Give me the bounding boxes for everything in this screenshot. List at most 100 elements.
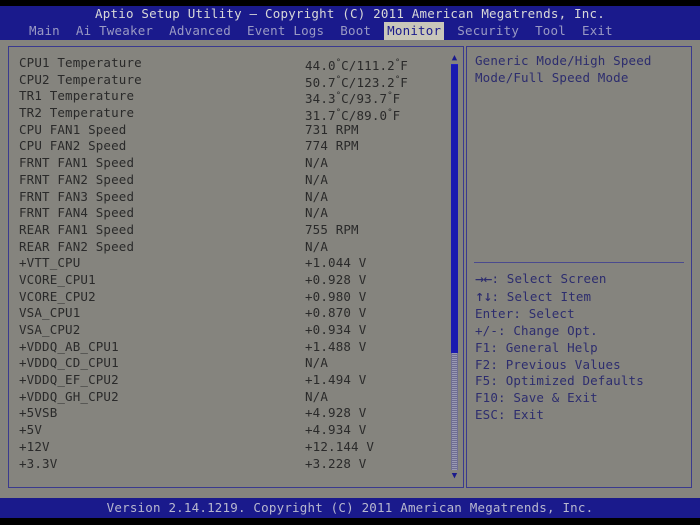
tab-main[interactable]: Main [26,22,63,40]
help-description: Generic Mode/High SpeedMode/Full Speed M… [475,53,685,86]
monitor-row-value: +3.228 V [305,456,366,473]
monitor-row-label: VCORE_CPU2 [19,289,96,306]
monitor-row-label: +VDDQ_GH_CPU2 [19,389,119,406]
monitor-row-value: +1.488 V [305,339,366,356]
monitor-row[interactable]: +VTT_CPU +1.044 V [19,255,443,272]
menu-bar[interactable]: Main Ai Tweaker Advanced Event Logs Boot Moni… [0,22,700,40]
monitor-row[interactable]: +5V +4.934 V [19,422,443,439]
monitor-row[interactable]: CPU FAN1 Speed 731 RPM [19,122,443,139]
degree-symbol: ° [336,75,341,85]
key-legend-item: F10: Save & Exit [475,390,685,407]
tab-security[interactable]: Security [454,22,522,40]
monitor-row[interactable]: VCORE_CPU2 +0.980 V [19,289,443,306]
monitor-row-value: +0.980 V [305,289,366,306]
monitor-row-value: +4.934 V [305,422,366,439]
key-legend-item: ↑↓: Select Item [475,289,685,307]
monitor-row-value: N/A [305,172,328,189]
bios-setup-screen: Aptio Setup Utility – Copyright (C) 2011… [0,0,700,525]
monitor-row-label: +VDDQ_CD_CPU1 [19,355,119,372]
monitor-row[interactable]: +VDDQ_CD_CPU1N/A [19,355,443,372]
monitor-row-value: +4.928 V [305,405,366,422]
key-legend-item: →←: Select Screen [475,271,685,289]
monitor-row[interactable]: VSA_CPU2 +0.934 V [19,322,443,339]
title-bar: Aptio Setup Utility – Copyright (C) 2011… [0,6,700,22]
key-legend-item: F5: Optimized Defaults [475,373,685,390]
degree-symbol: ° [395,75,400,85]
key-legend-label: : Select Screen [491,271,606,286]
monitor-row[interactable]: +12V+12.144 V [19,439,443,456]
tab-exit[interactable]: Exit [579,22,616,40]
monitor-row[interactable]: +VDDQ_EF_CPU2 +1.494 V [19,372,443,389]
monitor-row-label: VSA_CPU1 [19,305,80,322]
monitor-row[interactable]: +VDDQ_AB_CPU1 +1.488 V [19,339,443,356]
monitor-row[interactable]: CPU FAN2 Speed774 RPM [19,138,443,155]
degree-symbol: ° [336,91,341,101]
monitor-row-label: VSA_CPU2 [19,322,80,339]
monitor-row-value: N/A [305,205,328,222]
monitor-row-label: CPU FAN2 Speed [19,138,126,155]
monitor-row[interactable]: FRNT FAN1 Speed N/A [19,155,443,172]
monitor-row-label: FRNT FAN3 Speed [19,189,134,206]
tab-tool[interactable]: Tool [532,22,569,40]
monitor-row-label: FRNT FAN1 Speed [19,155,134,172]
monitor-row-value: +1.044 V [305,255,366,272]
monitor-row[interactable]: CPU1 Temperature44.0°C/111.2°F [19,55,443,72]
monitor-row[interactable]: TR1 Temperature34.3°C/93.7°F [19,88,443,105]
monitor-row-value: 755 RPM [305,222,359,239]
key-legend-item: Enter: Select [475,306,685,323]
monitor-row-value: N/A [305,239,328,256]
monitor-row[interactable]: REAR FAN2 Speed N/A [19,239,443,256]
help-divider [474,262,684,263]
arrow-keys-icon: →← [475,273,491,286]
degree-symbol: ° [387,91,392,101]
monitor-row[interactable]: FRNT FAN3 SpeedN/A [19,189,443,206]
monitor-row-label: +5VSB [19,405,57,422]
tab-ai-tweaker[interactable]: Ai Tweaker [73,22,156,40]
monitor-row-label: FRNT FAN2 Speed [19,172,134,189]
tab-advanced[interactable]: Advanced [166,22,234,40]
monitor-row[interactable]: CPU2 Temperature50.7°C/123.2°F [19,72,443,89]
degree-symbol: ° [387,108,392,118]
monitor-row[interactable]: VCORE_CPU1+0.928 V [19,272,443,289]
vertical-scrollbar[interactable]: ▲ ▼ [449,53,460,481]
monitor-row-label: REAR FAN1 Speed [19,222,134,239]
key-legend-item: ESC: Exit [475,407,685,424]
monitor-row-list: CPU1 Temperature44.0°C/111.2°FCPU2 Tempe… [19,55,443,472]
monitor-row-label: +VTT_CPU [19,255,80,272]
monitor-row[interactable]: TR2 Temperature31.7°C/89.0°F [19,105,443,122]
monitor-row-label: CPU FAN1 Speed [19,122,126,139]
monitor-row[interactable]: VSA_CPU1+0.870 V [19,305,443,322]
monitor-row-value: +1.494 V [305,372,366,389]
tab-monitor[interactable]: Monitor [384,22,444,40]
monitor-row-value: 731 RPM [305,122,359,139]
monitor-row-label: +VDDQ_AB_CPU1 [19,339,119,356]
key-legend-item: F1: General Help [475,340,685,357]
tab-boot[interactable]: Boot [337,22,374,40]
degree-symbol: ° [336,108,341,118]
scroll-up-arrow-icon[interactable]: ▲ [449,53,460,63]
monitor-row[interactable]: +VDDQ_GH_CPU2N/A [19,389,443,406]
monitor-row-label: +12V [19,439,50,456]
monitor-row-label: +5V [19,422,42,439]
bottom-bezel [0,518,700,525]
monitor-row[interactable]: FRNT FAN4 SpeedN/A [19,205,443,222]
help-description-line: Mode/Full Speed Mode [475,70,685,87]
scrollbar-thumb[interactable] [451,64,458,353]
monitor-row[interactable]: REAR FAN1 Speed 755 RPM [19,222,443,239]
monitor-row-label: +VDDQ_EF_CPU2 [19,372,119,389]
monitor-settings-panel: CPU1 Temperature44.0°C/111.2°FCPU2 Tempe… [8,46,464,488]
monitor-row[interactable]: +3.3V +3.228 V [19,456,443,473]
monitor-row-label: VCORE_CPU1 [19,272,96,289]
monitor-row-label: CPU1 Temperature [19,55,142,72]
monitor-row-label: +3.3V [19,456,57,473]
scroll-down-arrow-icon[interactable]: ▼ [449,471,460,481]
monitor-row[interactable]: +5VSB +4.928 V [19,405,443,422]
monitor-row-value: N/A [305,155,328,172]
monitor-row-label: CPU2 Temperature [19,72,142,89]
help-panel: Generic Mode/High SpeedMode/Full Speed M… [466,46,692,488]
tab-event-logs[interactable]: Event Logs [244,22,327,40]
monitor-row[interactable]: FRNT FAN2 Speed N/A [19,172,443,189]
monitor-row-label: REAR FAN2 Speed [19,239,134,256]
footer-bar: Version 2.14.1219. Copyright (C) 2011 Am… [0,498,700,518]
monitor-row-value: +0.934 V [305,322,366,339]
